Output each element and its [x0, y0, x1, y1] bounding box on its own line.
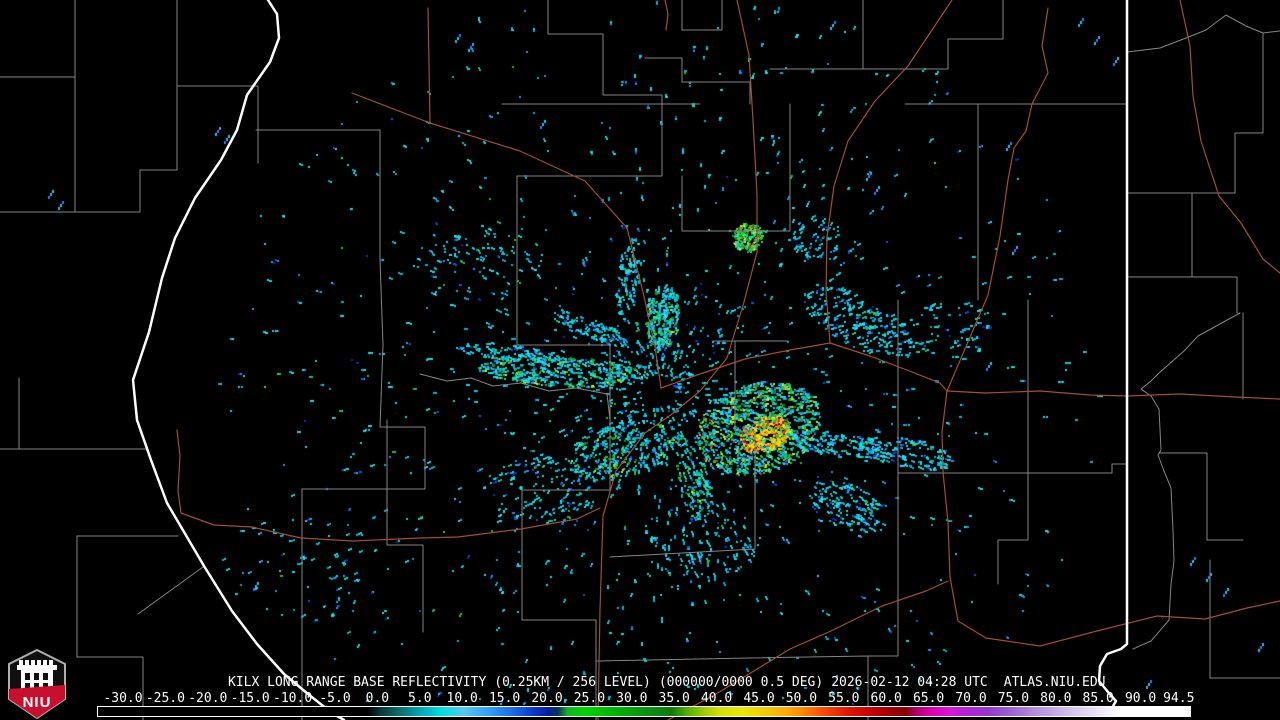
colorbar-tick-label: 55.0: [828, 691, 860, 706]
colorbar-tick-label: -25.0: [145, 691, 185, 706]
colorbar-tick-label: 90.0: [1124, 691, 1157, 706]
colorbar-tick-label: 85.0: [1082, 691, 1114, 706]
reflectivity-colorbar: [97, 706, 1191, 717]
colorbar-tick-label: 25.0: [573, 691, 606, 706]
resolution-label: (0.25KM / 256 LEVEL): [494, 675, 651, 690]
colorbar-tick-label: 50.0: [785, 691, 818, 706]
colorbar-tick-label: 94.5: [1163, 691, 1195, 706]
colorbar-tick-label: 15.0: [488, 691, 521, 706]
attribution-label: ATLAS.NIU.EDU: [1003, 675, 1106, 690]
colorbar-tick-label: -10.0: [273, 691, 313, 706]
radar-app-window: KILX LONG RANGE BASE REFLECTIVITY (0.25K…: [0, 0, 1280, 720]
colorbar-tick-label: -20.0: [188, 691, 228, 706]
niu-logo: NIU: [8, 649, 66, 719]
colorbar-tick-label: 75.0: [997, 691, 1030, 706]
colorbar-tick-label: 40.0: [700, 691, 733, 706]
colorbar-tick-row: -30.0 -25.0 -20.0 -15.0 -10.0 -5.0 0.0 5.0 10.0 1…: [0, 692, 1280, 705]
volume-label: (000000/0000 0.5 DEG): [658, 675, 824, 690]
product-title: KILX LONG RANGE BASE REFLECTIVITY: [228, 675, 487, 690]
colorbar-tick-label: 80.0: [1040, 691, 1072, 706]
colorbar-tick-label: -15.0: [230, 691, 270, 706]
colorbar-tick-label: 70.0: [955, 691, 987, 706]
colorbar-tick-label: -5.0: [319, 691, 351, 706]
colorbar-tick-label: 20.0: [531, 691, 563, 706]
colorbar-tick-label: -30.0: [103, 691, 143, 706]
status-line: KILX LONG RANGE BASE REFLECTIVITY (0.25K…: [228, 676, 1106, 690]
colorbar-tick-label: 10.0: [446, 691, 478, 706]
logo-text: NIU: [23, 694, 52, 711]
map-lines-layer: [0, 0, 1280, 720]
colorbar-tick-label: 35.0: [658, 691, 690, 706]
colorbar-tick-label: 30.0: [616, 691, 648, 706]
colorbar-tick-label: 60.0: [870, 691, 902, 706]
colorbar-tick-label: 0.0: [365, 691, 390, 706]
colorbar-tick-label: 5.0: [408, 691, 432, 706]
colorbar-tick-label: 65.0: [912, 691, 945, 706]
colorbar-tick-label: 45.0: [743, 691, 775, 706]
timestamp-label: 2026-02-12 04:28 UTC: [831, 675, 988, 690]
